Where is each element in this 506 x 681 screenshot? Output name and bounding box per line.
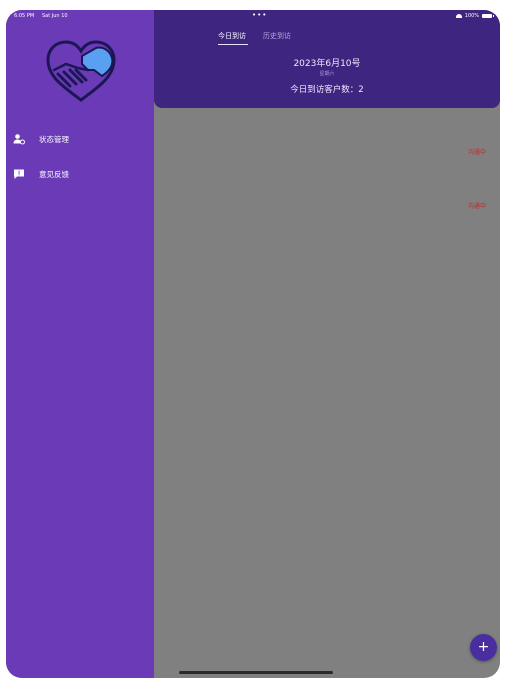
today-visitor-count: 今日到访客户数：2 — [290, 85, 364, 95]
tab-today-visits[interactable]: 今日到访 — [218, 31, 246, 41]
visitor-status-label: 沟通中 — [467, 149, 486, 156]
active-tab-indicator — [218, 44, 248, 45]
current-weekday: 星期六 — [319, 71, 335, 77]
add-button[interactable]: + — [470, 634, 497, 661]
battery-percent: 100% — [464, 13, 479, 19]
menu-item-status-management[interactable]: 状态管理 — [13, 131, 69, 147]
multitasking-dots[interactable]: ••• — [252, 11, 267, 19]
handshake-heart-icon — [46, 40, 116, 102]
menu-label: 意见反馈 — [39, 169, 69, 179]
wifi-icon — [455, 14, 462, 18]
visitor-status-label: 沟通中 — [467, 203, 486, 210]
status-indicators: 100% — [455, 13, 494, 19]
tab-history-visits[interactable]: 历史到访 — [263, 31, 291, 41]
ipad-screen: 今日到访 历史到访 2023年6月10号 星期六 今日到访客户数：2 沟通中 沟… — [6, 10, 500, 678]
current-date: 2023年6月10号 — [293, 59, 361, 69]
status-time: 6:05 PM — [14, 13, 35, 19]
menu-label: 状态管理 — [39, 134, 69, 144]
status-date: Sat Jun 10 — [42, 13, 68, 19]
home-indicator[interactable] — [179, 671, 333, 674]
user-settings-icon — [13, 134, 25, 145]
visit-header: 今日到访 历史到访 2023年6月10号 星期六 今日到访客户数：2 — [154, 10, 500, 108]
menu-item-feedback[interactable]: 意见反馈 — [13, 166, 69, 182]
feedback-icon — [14, 169, 24, 179]
navigation-drawer: 状态管理 意见反馈 — [6, 10, 154, 678]
battery-icon — [482, 14, 494, 18]
